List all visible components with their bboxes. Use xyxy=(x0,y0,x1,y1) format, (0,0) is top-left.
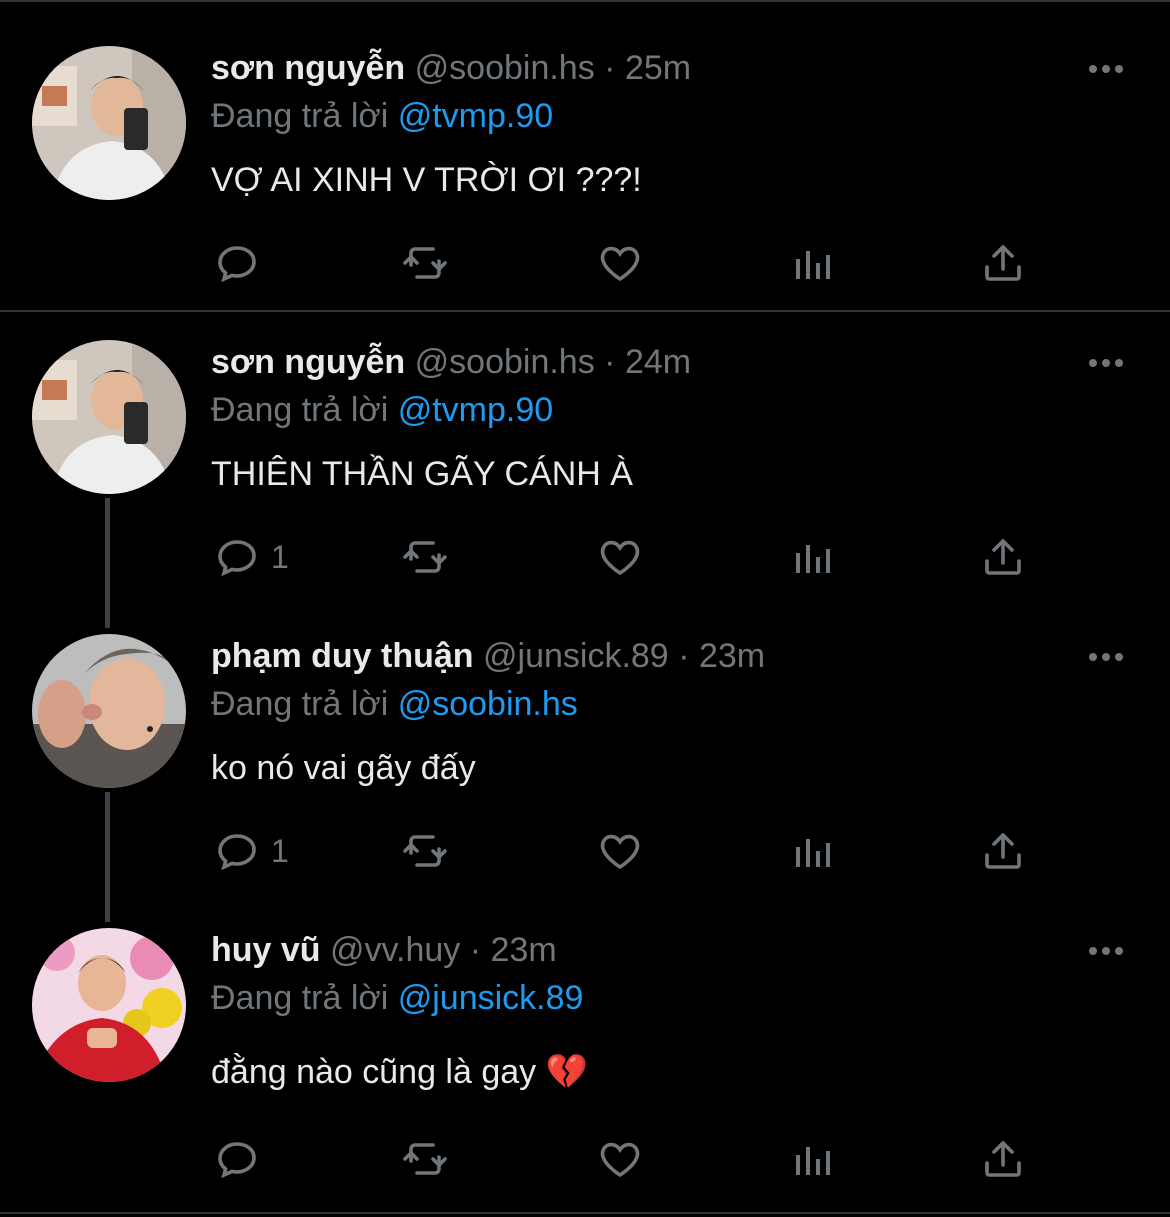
heart-icon xyxy=(600,246,640,282)
views-button[interactable] xyxy=(788,238,836,288)
like-button[interactable] xyxy=(596,826,644,876)
share-icon xyxy=(985,1141,1021,1177)
user-handle[interactable]: @junsick.89 xyxy=(483,637,669,675)
separator-dot: · xyxy=(604,343,616,381)
tweet-header: huy vũ @vv.huy · 23m xyxy=(211,928,557,972)
retweet-button[interactable] xyxy=(401,826,449,876)
action-bar: 1 xyxy=(211,532,1061,582)
separator-dot: · xyxy=(469,931,482,969)
analytics-icon xyxy=(796,1147,830,1175)
like-button[interactable] xyxy=(596,532,644,582)
retweet-button[interactable] xyxy=(401,238,449,288)
display-name[interactable]: phạm duy thuận xyxy=(211,637,474,675)
bottom-divider xyxy=(0,1212,1170,1214)
reply-count: 1 xyxy=(271,538,289,575)
display-name[interactable]: sơn nguyễn xyxy=(211,343,405,381)
more-icon[interactable] xyxy=(1086,642,1126,672)
display-name[interactable]: huy vũ xyxy=(211,931,321,969)
avatar[interactable] xyxy=(32,46,186,200)
more-icon[interactable] xyxy=(1086,936,1126,966)
action-bar xyxy=(211,1134,1061,1184)
retweet-button[interactable] xyxy=(401,1134,449,1184)
reply-icon xyxy=(218,540,256,577)
user-handle[interactable]: @vv.huy xyxy=(330,931,460,969)
timestamp[interactable]: 24m xyxy=(625,343,691,381)
views-button[interactable] xyxy=(788,1134,836,1184)
separator-dot: · xyxy=(678,637,690,675)
replying-to: Đang trả lời @tvmp.90 xyxy=(211,94,553,138)
action-bar xyxy=(211,238,1061,288)
tweet-3[interactable]: phạm duy thuận @junsick.89 · 23m Đang tr… xyxy=(0,634,1170,894)
share-button[interactable] xyxy=(979,238,1027,288)
like-button[interactable] xyxy=(596,1134,644,1184)
heart-icon xyxy=(600,834,640,870)
timestamp[interactable]: 25m xyxy=(625,49,691,87)
tweet-text: VỢ AI XINH V TRỜI ƠI ???! xyxy=(211,161,642,199)
tweet-divider xyxy=(0,310,1170,312)
action-bar: 1 xyxy=(211,826,1061,876)
more-icon[interactable] xyxy=(1086,348,1126,378)
replying-prefix: Đang trả lời xyxy=(211,391,389,429)
analytics-icon xyxy=(796,251,830,279)
avatar[interactable] xyxy=(32,928,186,1082)
share-button[interactable] xyxy=(979,826,1027,876)
retweet-button[interactable] xyxy=(401,532,449,582)
mention-link[interactable]: @junsick.89 xyxy=(398,979,584,1017)
tweet-header: phạm duy thuận @junsick.89 · 23m xyxy=(211,634,765,678)
retweet-icon xyxy=(403,541,447,573)
reply-button[interactable]: 1 xyxy=(213,532,289,582)
timestamp[interactable]: 23m xyxy=(699,637,765,675)
share-icon xyxy=(985,245,1021,281)
replying-prefix: Đang trả lời xyxy=(211,979,389,1017)
reply-icon xyxy=(218,834,256,871)
replying-prefix: Đang trả lời xyxy=(211,685,389,723)
tweet-1[interactable]: sơn nguyễn @soobin.hs · 25m Đang trả lời… xyxy=(0,46,1170,306)
tweet-header: sơn nguyễn @soobin.hs · 24m xyxy=(211,340,691,384)
heart-icon xyxy=(600,1142,640,1178)
avatar[interactable] xyxy=(32,634,186,788)
mention-link[interactable]: @soobin.hs xyxy=(398,685,578,723)
views-button[interactable] xyxy=(788,826,836,876)
replying-prefix: Đang trả lời xyxy=(211,97,389,135)
tweet-header: sơn nguyễn @soobin.hs · 25m xyxy=(211,46,691,90)
reply-icon xyxy=(218,246,256,283)
analytics-icon xyxy=(796,545,830,573)
retweet-icon xyxy=(403,835,447,867)
separator-dot: · xyxy=(604,49,616,87)
retweet-icon xyxy=(403,1143,447,1175)
tweet-4[interactable]: huy vũ @vv.huy · 23m Đang trả lời @junsi… xyxy=(0,928,1170,1188)
reply-count: 1 xyxy=(271,832,289,869)
reply-button[interactable]: 1 xyxy=(213,826,289,876)
tweet-text: ko nó vai gãy đấy xyxy=(211,749,476,787)
reply-button[interactable] xyxy=(213,238,271,288)
analytics-icon xyxy=(796,839,830,867)
user-handle[interactable]: @soobin.hs xyxy=(415,49,595,87)
user-handle[interactable]: @soobin.hs xyxy=(415,343,595,381)
mention-link[interactable]: @tvmp.90 xyxy=(398,391,553,429)
share-icon xyxy=(985,539,1021,575)
heart-icon xyxy=(600,540,640,576)
like-button[interactable] xyxy=(596,238,644,288)
display-name[interactable]: sơn nguyễn xyxy=(211,49,405,87)
reply-button[interactable] xyxy=(213,1134,271,1184)
views-button[interactable] xyxy=(788,532,836,582)
top-divider xyxy=(0,0,1170,2)
share-button[interactable] xyxy=(979,1134,1027,1184)
replying-to: Đang trả lời @junsick.89 xyxy=(211,976,583,1020)
reply-icon xyxy=(218,1142,256,1179)
retweet-icon xyxy=(403,247,447,279)
tweet-text: THIÊN THẦN GÃY CÁNH À xyxy=(211,455,633,493)
tweet-text: đằng nào cũng là gay 💔 xyxy=(211,1053,588,1091)
replying-to: Đang trả lời @soobin.hs xyxy=(211,682,578,726)
replying-to: Đang trả lời @tvmp.90 xyxy=(211,388,553,432)
avatar[interactable] xyxy=(32,340,186,494)
mention-link[interactable]: @tvmp.90 xyxy=(398,97,553,135)
timestamp[interactable]: 23m xyxy=(491,931,557,969)
share-icon xyxy=(985,833,1021,869)
more-icon[interactable] xyxy=(1086,54,1126,84)
tweet-2[interactable]: sơn nguyễn @soobin.hs · 24m Đang trả lời… xyxy=(0,340,1170,600)
share-button[interactable] xyxy=(979,532,1027,582)
